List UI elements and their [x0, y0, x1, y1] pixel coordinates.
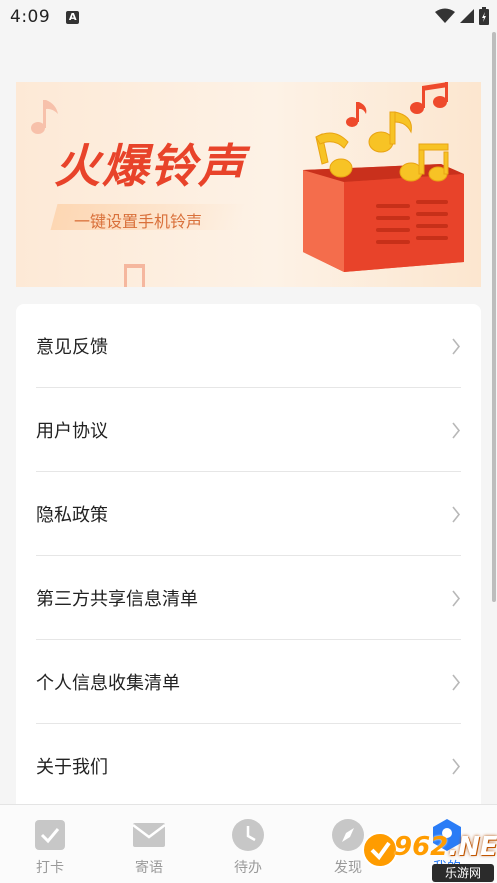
watermark-brand-number: 962 [394, 832, 449, 862]
music-note-icon [124, 264, 145, 287]
menu-item-user-agreement[interactable]: 用户协议 [36, 388, 461, 472]
wifi-icon [435, 8, 455, 23]
banner-title: 火爆铃声 [54, 139, 246, 193]
check-icon [35, 820, 65, 850]
chevron-right-icon [452, 590, 461, 607]
chevron-right-icon [452, 422, 461, 439]
menu-item-label: 个人信息收集清单 [36, 672, 180, 694]
status-time: 4:09 [10, 7, 51, 27]
ringtone-banner[interactable]: 火爆铃声 一键设置手机铃声 [16, 82, 481, 287]
menu-item-personal-info-collection[interactable]: 个人信息收集清单 [36, 640, 461, 724]
signal-icon [460, 9, 474, 23]
banner-subtitle: 一键设置手机铃声 [74, 212, 203, 231]
clock-icon [232, 819, 264, 851]
tab-message[interactable]: 寄语 [99, 805, 199, 883]
notification-icon: A [66, 10, 80, 24]
menu-item-label: 意见反馈 [36, 336, 108, 358]
tab-label: 寄语 [135, 860, 163, 876]
tab-label: 待办 [234, 860, 262, 876]
tab-todo[interactable]: 待办 [198, 805, 298, 883]
chevron-right-icon [452, 674, 461, 691]
watermark-subtitle: 乐游网 [432, 864, 494, 882]
chevron-right-icon [452, 758, 461, 775]
menu-item-about-us[interactable]: 关于我们 [36, 724, 461, 808]
status-icons [435, 7, 489, 25]
battery-icon [479, 7, 489, 25]
settings-menu: 意见反馈 用户协议 隐私政策 第三方共享信息清单 个人信息收集清单 关于我们 [16, 304, 481, 824]
menu-item-label: 关于我们 [36, 756, 108, 778]
music-note-icon [31, 100, 58, 134]
status-bar: 4:09 A [0, 0, 497, 34]
watermark-brand: 962.NET [394, 832, 497, 862]
tab-checkin[interactable]: 打卡 [0, 805, 100, 883]
scrollbar[interactable] [492, 32, 496, 602]
menu-item-third-party-sharing[interactable]: 第三方共享信息清单 [36, 556, 461, 640]
chevron-right-icon [452, 506, 461, 523]
site-watermark: 962.NET 乐游网 [360, 830, 497, 883]
menu-item-label: 隐私政策 [36, 504, 108, 526]
watermark-brand-suffix: .NET [448, 832, 497, 862]
menu-item-label: 第三方共享信息清单 [36, 588, 198, 610]
chevron-right-icon [452, 338, 461, 355]
menu-item-feedback[interactable]: 意见反馈 [36, 304, 461, 388]
menu-item-label: 用户协议 [36, 420, 108, 442]
mail-icon [132, 823, 166, 847]
tab-label: 打卡 [36, 860, 64, 876]
menu-item-privacy-policy[interactable]: 隐私政策 [36, 472, 461, 556]
